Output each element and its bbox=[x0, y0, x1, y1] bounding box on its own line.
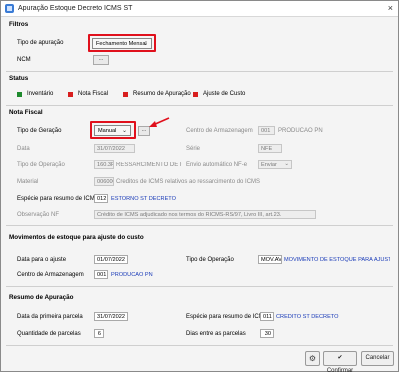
centro-armazenagem-label: Centro de Armazenagem bbox=[186, 128, 253, 134]
status-nota-fiscal-label: Nota Fiscal bbox=[78, 91, 109, 97]
app-icon bbox=[5, 4, 14, 13]
observacao-nf-label: Observação NF bbox=[17, 212, 60, 218]
tipo-operacao-name: RESSARCIMENTO DE ICMS I bbox=[116, 162, 182, 168]
material-name: Creditos de ICMS relativos ao ressarcime… bbox=[116, 179, 261, 185]
especie-resumo2-label: Espécie para resumo de ICMS bbox=[186, 314, 268, 320]
divider bbox=[6, 105, 393, 106]
especie-resumo2-code[interactable]: 011 bbox=[260, 312, 274, 321]
section-nota-fiscal-title: Nota Fiscal bbox=[9, 109, 43, 116]
highlight-box-tipo-apuracao bbox=[88, 34, 156, 52]
section-status-title: Status bbox=[9, 75, 29, 82]
serie-field[interactable]: NFE bbox=[258, 144, 282, 153]
section-resumo-title: Resumo de Apuração bbox=[9, 294, 74, 301]
confirm-button[interactable]: ✔ Confirmar bbox=[323, 351, 357, 374]
tipo-operacao-label: Tipo de Operação bbox=[17, 162, 65, 168]
especie-resumo-label: Espécie para resumo de ICMS bbox=[17, 196, 99, 202]
especie-resumo-code[interactable]: 012 bbox=[94, 194, 108, 203]
tipo-operacao-mov-code[interactable]: MOV.AV bbox=[258, 255, 282, 264]
divider bbox=[6, 71, 393, 72]
close-icon[interactable]: × bbox=[388, 3, 393, 13]
data-field[interactable]: 31/07/2022 bbox=[94, 144, 135, 153]
section-filtros-title: Filtros bbox=[9, 21, 29, 28]
centro-mov-code[interactable]: 001 bbox=[94, 270, 108, 279]
status-inventario-label: Inventário bbox=[27, 91, 54, 97]
tipo-apuracao-label: Tipo de apuração bbox=[17, 40, 64, 46]
ncm-button[interactable]: ... bbox=[93, 55, 109, 65]
envio-automatico-select[interactable]: Enviar ⌄ bbox=[258, 160, 292, 169]
chevron-down-icon: ⌄ bbox=[284, 161, 289, 167]
red-arrow-annotation bbox=[149, 117, 170, 127]
status-nota-fiscal-square bbox=[68, 92, 73, 97]
dias-parcelas-field[interactable]: 30 bbox=[260, 329, 274, 338]
gear-icon[interactable]: ⚙ bbox=[305, 351, 320, 366]
window-title: Apuração Estoque Decreto ICMS ST bbox=[18, 5, 133, 12]
status-ajuste-square bbox=[193, 92, 198, 97]
material-label: Material bbox=[17, 179, 39, 185]
especie-resumo-name: ESTORNO ST DECRETO bbox=[111, 196, 176, 202]
especie-resumo2-name: CREDITO ST DECRETO bbox=[276, 314, 339, 320]
quantidade-parcelas-field[interactable]: 6 bbox=[94, 329, 104, 338]
divider bbox=[6, 286, 393, 287]
serie-label: Série bbox=[186, 146, 201, 152]
check-icon: ✔ bbox=[337, 355, 343, 361]
data-ajuste-field[interactable]: 01/07/2022 bbox=[94, 255, 128, 264]
centro-armazenagem-code[interactable]: 001 bbox=[258, 126, 275, 135]
envio-automatico-label: Envio automático NF-e bbox=[186, 162, 248, 168]
section-movimentos-title: Movimentos de estoque para ajuste do cus… bbox=[9, 234, 144, 241]
data-ajuste-label: Data para o ajuste bbox=[17, 257, 67, 263]
envio-automatico-value: Enviar bbox=[261, 162, 277, 168]
data-primeira-parcela-label: Data da primeira parcela bbox=[17, 314, 83, 320]
confirm-label: Confirmar bbox=[326, 368, 354, 374]
status-ajuste-label: Ajuste de Custo bbox=[203, 91, 246, 97]
data-primeira-parcela-field[interactable]: 31/07/2022 bbox=[94, 312, 128, 321]
tipo-operacao-mov-name: MOVIMENTO DE ESTOQUE PARA AJUSTE CU bbox=[284, 257, 390, 263]
quantidade-parcelas-label: Quantidade de parcelas bbox=[17, 331, 81, 337]
cancel-button[interactable]: Cancelar bbox=[361, 351, 394, 366]
divider bbox=[6, 225, 393, 226]
centro-mov-label: Centro de Armazenagem bbox=[17, 272, 84, 278]
centro-armazenagem-name: PRODUCAO PN bbox=[278, 128, 323, 134]
tipo-operacao-mov-label: Tipo de Operação bbox=[186, 257, 234, 263]
ncm-label: NCM bbox=[17, 57, 31, 63]
dialog-window: Apuração Estoque Decreto ICMS ST × Filtr… bbox=[0, 0, 399, 374]
status-resumo-label: Resumo de Apuração bbox=[133, 91, 191, 97]
title-bar: Apuração Estoque Decreto ICMS ST × bbox=[1, 1, 398, 17]
material-code[interactable]: 006000 bbox=[94, 177, 114, 186]
data-label: Data bbox=[17, 146, 30, 152]
highlight-box-tipo-geracao bbox=[90, 121, 136, 139]
dias-parcelas-label: Dias entre as parcelas bbox=[186, 331, 246, 337]
observacao-nf-field[interactable]: Crédito de ICMS adjudicado nos termos do… bbox=[94, 210, 316, 219]
status-resumo-square bbox=[123, 92, 128, 97]
divider bbox=[6, 345, 393, 346]
tipo-operacao-code[interactable]: 160.3R bbox=[94, 160, 114, 169]
centro-mov-name: PRODUCAO PN bbox=[111, 272, 153, 278]
tipo-geracao-label: Tipo de Geração bbox=[17, 128, 62, 134]
status-inventario-square bbox=[17, 92, 22, 97]
